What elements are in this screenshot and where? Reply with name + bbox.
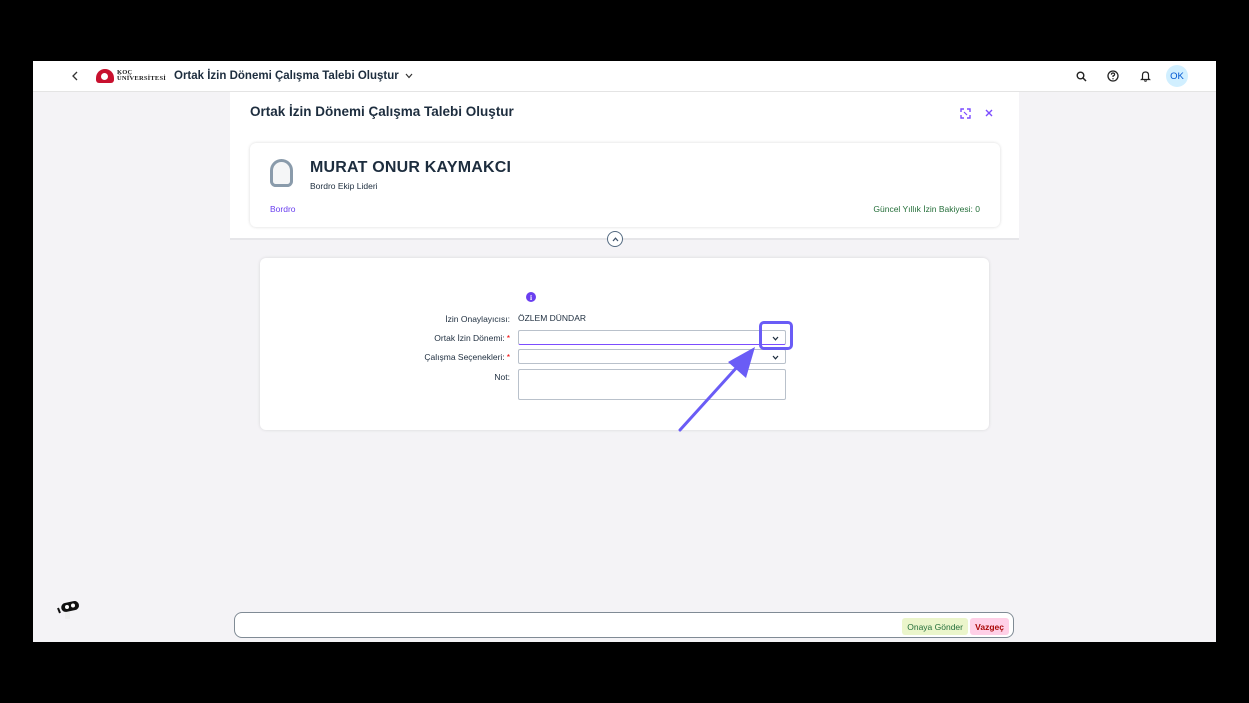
annotation-arrow-icon (678, 347, 755, 432)
